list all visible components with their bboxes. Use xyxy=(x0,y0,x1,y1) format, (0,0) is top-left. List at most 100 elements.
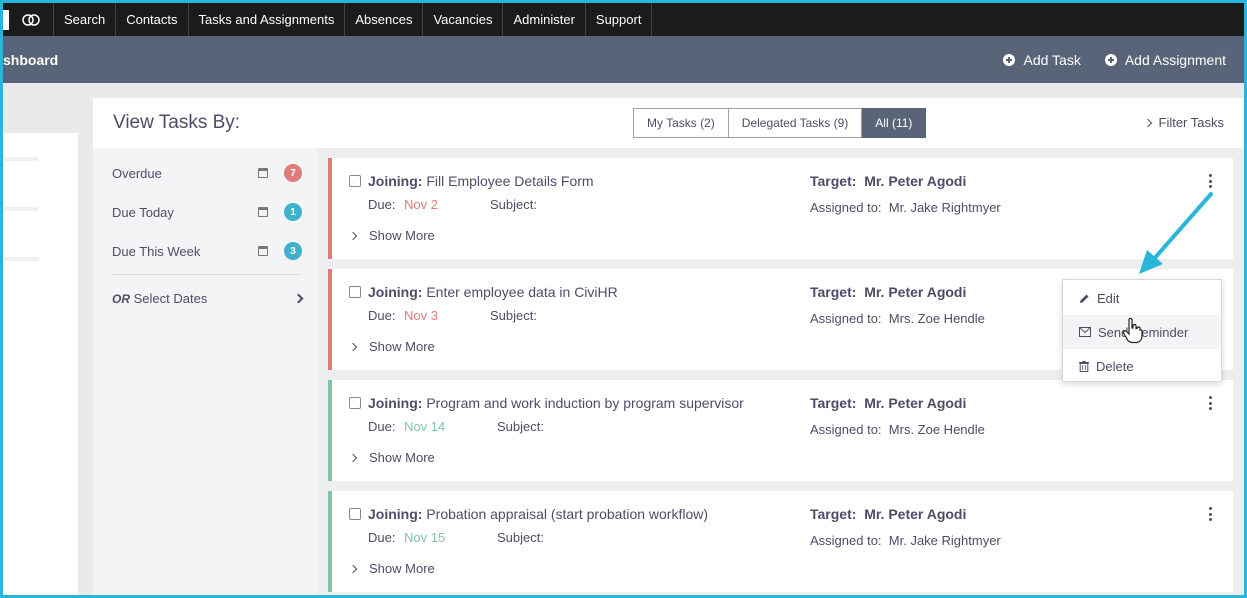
task-assignee: Assigned to: Mrs. Zoe Hendle xyxy=(810,422,985,437)
task-target: Target: Mr. Peter Agodi xyxy=(810,506,966,522)
show-more-label: Show More xyxy=(369,450,435,465)
task-type: Joining: xyxy=(368,395,423,411)
view-tasks-heading: View Tasks By: xyxy=(93,98,318,148)
task-checkbox[interactable] xyxy=(349,508,361,520)
task-name: Probation appraisal (start probation wor… xyxy=(426,506,709,522)
pencil-icon xyxy=(1080,294,1089,303)
add-assignment-button[interactable]: Add Assignment xyxy=(1104,52,1226,68)
subject-label: Subject: xyxy=(497,419,544,434)
assignee-name: Mr. Jake Rightmyer xyxy=(888,200,1001,215)
or-prefix: OR xyxy=(112,292,130,306)
filter-overdue[interactable]: Overdue 7 xyxy=(112,164,302,182)
calendar-icon xyxy=(258,207,268,217)
due-date: Nov 15 xyxy=(404,530,446,545)
assignee-name: Mrs. Zoe Hendle xyxy=(888,311,985,326)
plus-circle-icon xyxy=(1104,53,1117,66)
envelope-icon xyxy=(1079,327,1091,337)
task-name: Enter employee data in CiviHR xyxy=(426,284,618,300)
trash-icon xyxy=(1079,360,1089,372)
filter-due-today[interactable]: Due Today 1 xyxy=(112,203,302,221)
chevron-right-icon xyxy=(348,564,358,573)
target-name: Mr. Peter Agodi xyxy=(864,284,967,300)
due-label: Due: xyxy=(368,419,396,434)
task-type: Joining: xyxy=(368,506,423,522)
plus-circle-icon xyxy=(1003,53,1016,66)
tab-all[interactable]: All (11) xyxy=(862,108,927,138)
filter-label: Due Today xyxy=(112,204,174,220)
chevron-right-icon xyxy=(293,293,304,304)
show-more-button[interactable]: Show More xyxy=(348,561,435,576)
chevron-right-icon xyxy=(1143,118,1152,127)
filter-due-this-week[interactable]: Due This Week 3 xyxy=(112,242,302,260)
target-name: Mr. Peter Agodi xyxy=(864,506,967,522)
count-badge: 7 xyxy=(284,164,302,182)
task-checkbox[interactable] xyxy=(349,397,361,409)
task-title[interactable]: Joining: Probation appraisal (start prob… xyxy=(368,506,708,522)
task-checkbox[interactable] xyxy=(349,286,361,298)
task-name: Fill Employee Details Form xyxy=(426,173,594,189)
task-target: Target: Mr. Peter Agodi xyxy=(810,284,966,300)
task-scope-tabs: My Tasks (2) Delegated Tasks (9) All (11… xyxy=(633,108,927,138)
assigned-label: Assigned to: xyxy=(810,422,882,437)
menu-item-edit[interactable]: Edit xyxy=(1063,281,1221,315)
show-more-button[interactable]: Show More xyxy=(348,339,435,354)
nav-support[interactable]: Support xyxy=(586,3,653,36)
nav-vacancies[interactable]: Vacancies xyxy=(423,3,504,36)
add-task-button[interactable]: Add Task xyxy=(1003,52,1081,68)
subject-label: Subject: xyxy=(490,308,537,323)
task-name: Program and work induction by program su… xyxy=(426,395,744,411)
target-label: Target: xyxy=(810,284,857,300)
left-panel xyxy=(3,133,78,598)
target-name: Mr. Peter Agodi xyxy=(864,395,967,411)
task-title[interactable]: Joining: Enter employee data in CiviHR xyxy=(368,284,618,300)
nav-search[interactable]: Search xyxy=(54,3,117,36)
nav-administer[interactable]: Administer xyxy=(503,3,586,36)
task-assignee: Assigned to: Mr. Jake Rightmyer xyxy=(810,200,1001,215)
target-label: Target: xyxy=(810,395,857,411)
task-title[interactable]: Joining: Program and work induction by p… xyxy=(368,395,744,411)
nav-tasks-assignments[interactable]: Tasks and Assignments xyxy=(189,3,346,36)
chevron-right-icon xyxy=(348,453,358,462)
assigned-label: Assigned to: xyxy=(810,200,882,215)
show-more-label: Show More xyxy=(369,561,435,576)
chevron-right-icon xyxy=(348,231,358,240)
page-header: shboard Add Task Add Assignment xyxy=(3,36,1244,83)
tab-delegated-tasks[interactable]: Delegated Tasks (9) xyxy=(728,108,863,138)
filter-label: Overdue xyxy=(112,165,162,181)
nav-contacts[interactable]: Contacts xyxy=(116,3,189,36)
task-checkbox[interactable] xyxy=(349,175,361,187)
nav-absences[interactable]: Absences xyxy=(345,3,424,36)
show-more-button[interactable]: Show More xyxy=(348,450,435,465)
assignee-name: Mrs. Zoe Hendle xyxy=(888,422,985,437)
due-date: Nov 14 xyxy=(404,419,446,434)
assigned-label: Assigned to: xyxy=(810,533,882,548)
filter-tasks-button[interactable]: Filter Tasks xyxy=(1143,115,1225,130)
assigned-label: Assigned to: xyxy=(810,311,882,326)
menu-toggle[interactable] xyxy=(0,3,9,36)
assignee-name: Mr. Jake Rightmyer xyxy=(888,533,1001,548)
due-label: Due: xyxy=(368,530,396,545)
subject-label: Subject: xyxy=(497,530,544,545)
filter-tasks-label: Filter Tasks xyxy=(1158,115,1225,130)
tabs-bar: My Tasks (2) Delegated Tasks (9) All (11… xyxy=(318,98,1244,148)
subject-label: Subject: xyxy=(490,197,537,212)
tab-my-tasks[interactable]: My Tasks (2) xyxy=(633,108,729,138)
task-title[interactable]: Joining: Fill Employee Details Form xyxy=(368,173,594,189)
menu-item-delete[interactable]: Delete xyxy=(1063,349,1221,383)
civicrm-logo-icon[interactable] xyxy=(9,3,54,36)
target-name: Mr. Peter Agodi xyxy=(864,173,967,189)
kebab-menu-icon[interactable] xyxy=(1209,507,1213,521)
select-dates-text: Select Dates xyxy=(133,291,208,306)
task-card: Joining: Probation appraisal (start prob… xyxy=(328,491,1233,592)
task-target: Target: Mr. Peter Agodi xyxy=(810,173,966,189)
show-more-label: Show More xyxy=(369,339,435,354)
select-dates-button[interactable]: OR Select Dates xyxy=(112,291,304,306)
top-nav: Search Contacts Tasks and Assignments Ab… xyxy=(0,3,1244,36)
kebab-menu-icon[interactable] xyxy=(1209,174,1213,188)
show-more-button[interactable]: Show More xyxy=(348,228,435,243)
menu-item-label: Delete xyxy=(1096,358,1134,374)
target-label: Target: xyxy=(810,173,857,189)
task-assignee: Assigned to: Mrs. Zoe Hendle xyxy=(810,311,985,326)
kebab-menu-icon[interactable] xyxy=(1209,396,1213,410)
annotation-arrow-icon xyxy=(1139,192,1213,274)
